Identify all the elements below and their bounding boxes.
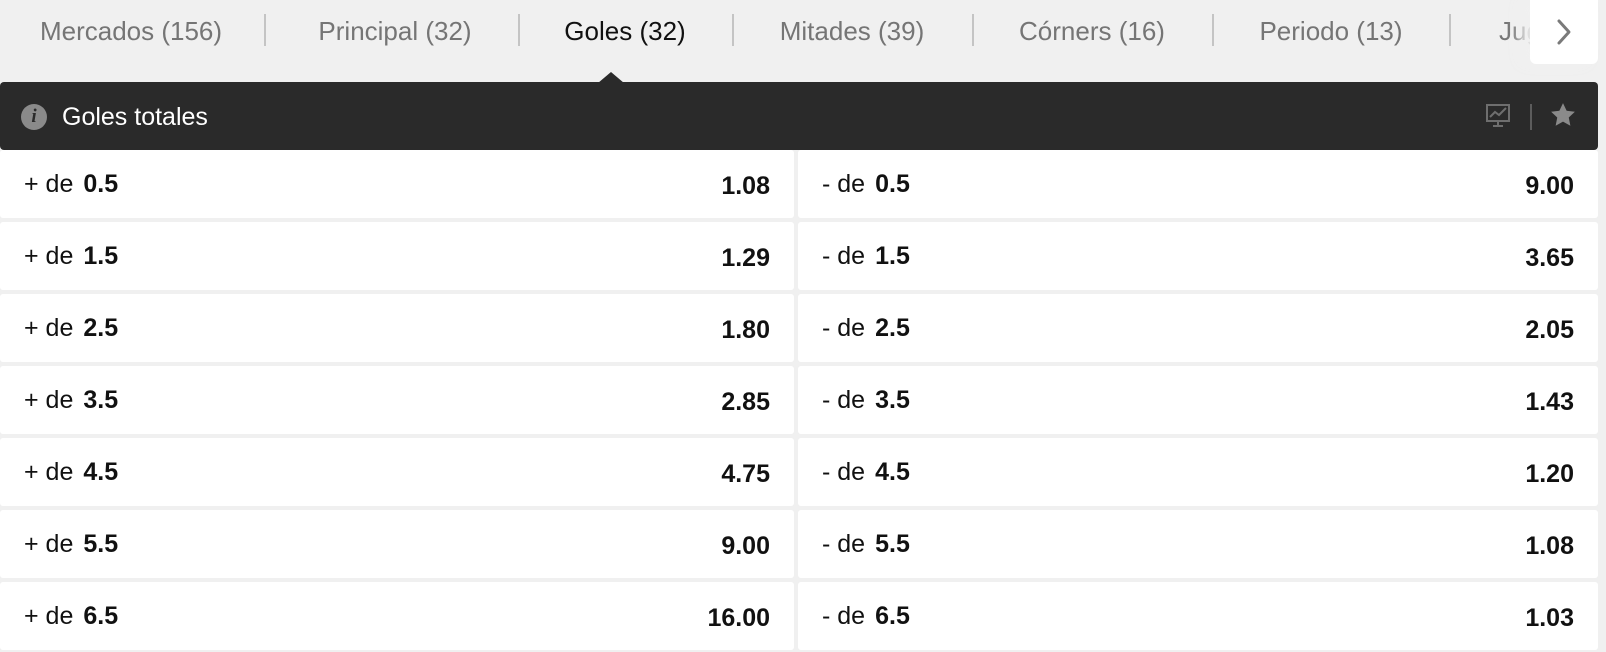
odds-value: 1.08: [1525, 532, 1574, 560]
odds-value: 1.03: [1525, 604, 1574, 632]
odds-value: 1.08: [721, 172, 770, 200]
selection-label: - de 4.5: [822, 456, 910, 488]
tab-divider: [264, 14, 266, 46]
market-tabs: Mercados (156) Principal (32) Goles (32)…: [0, 0, 1606, 82]
odds-row: + de 5.5 9.00 - de 5.5 1.08: [0, 510, 1598, 578]
goal-line: 6.5: [875, 602, 910, 630]
tab-principal[interactable]: Principal (32): [318, 14, 471, 48]
tab-periodo[interactable]: Periodo (13): [1259, 14, 1402, 48]
tab-divider: [1449, 14, 1451, 46]
market-header: i Goles totales: [0, 82, 1598, 150]
over-selection-button[interactable]: + de 4.5 4.75: [0, 438, 794, 506]
under-selection-button[interactable]: - de 2.5 2.05: [798, 294, 1598, 362]
selection-label: + de 3.5: [24, 384, 118, 416]
selection-prefix: + de: [24, 530, 74, 558]
selection-prefix: - de: [822, 458, 866, 486]
selection-label: + de 2.5: [24, 312, 118, 344]
odds-value: 16.00: [707, 604, 770, 632]
selection-prefix: - de: [822, 314, 866, 342]
over-selection-button[interactable]: + de 5.5 9.00: [0, 510, 794, 578]
goal-line: 3.5: [875, 386, 910, 414]
goal-line: 5.5: [875, 530, 910, 558]
selection-prefix: + de: [24, 170, 74, 198]
tab-mercados[interactable]: Mercados (156): [40, 14, 222, 48]
odds-value: 2.05: [1525, 316, 1574, 344]
chevron-right-icon: [1557, 19, 1571, 45]
odds-value: 2.85: [721, 388, 770, 416]
stats-chart-icon[interactable]: [1485, 102, 1511, 128]
selection-label: - de 0.5: [822, 168, 910, 200]
under-selection-button[interactable]: - de 0.5 9.00: [798, 150, 1598, 218]
odds-value: 9.00: [1525, 172, 1574, 200]
selection-label: + de 6.5: [24, 600, 118, 632]
goal-line: 6.5: [83, 602, 119, 630]
selection-label: - de 6.5: [822, 600, 910, 632]
odds-row: + de 1.5 1.29 - de 1.5 3.65: [0, 222, 1598, 290]
under-selection-button[interactable]: - de 1.5 3.65: [798, 222, 1598, 290]
goal-line: 0.5: [875, 170, 910, 198]
selection-prefix: - de: [822, 386, 866, 414]
under-selection-button[interactable]: - de 6.5 1.03: [798, 582, 1598, 650]
info-icon[interactable]: i: [21, 104, 47, 130]
star-icon[interactable]: [1548, 100, 1578, 130]
odds-row: + de 6.5 16.00 - de 6.5 1.03: [0, 582, 1598, 650]
under-selection-button[interactable]: - de 5.5 1.08: [798, 510, 1598, 578]
over-selection-button[interactable]: + de 3.5 2.85: [0, 366, 794, 434]
selection-label: + de 1.5: [24, 240, 118, 272]
market-title: Goles totales: [62, 103, 208, 131]
tab-divider: [518, 14, 520, 46]
odds-row: + de 2.5 1.80 - de 2.5 2.05: [0, 294, 1598, 362]
selection-prefix: + de: [24, 602, 74, 630]
selection-prefix: - de: [822, 170, 866, 198]
odds-value: 1.29: [721, 244, 770, 272]
selection-prefix: + de: [24, 314, 74, 342]
selection-label: + de 5.5: [24, 528, 118, 560]
selection-prefix: - de: [822, 530, 866, 558]
over-selection-button[interactable]: + de 1.5 1.29: [0, 222, 794, 290]
tab-goles[interactable]: Goles (32): [564, 14, 685, 48]
goal-line: 4.5: [83, 458, 119, 486]
goal-line: 2.5: [875, 314, 910, 342]
odds-row: + de 0.5 1.08 - de 0.5 9.00: [0, 150, 1598, 218]
tab-divider: [1212, 14, 1214, 46]
over-selection-button[interactable]: + de 2.5 1.80: [0, 294, 794, 362]
goal-line: 1.5: [83, 242, 119, 270]
selection-prefix: - de: [822, 602, 866, 630]
odds-row: + de 4.5 4.75 - de 4.5 1.20: [0, 438, 1598, 506]
tab-divider: [972, 14, 974, 46]
goal-line: 1.5: [875, 242, 910, 270]
selection-prefix: + de: [24, 386, 74, 414]
goal-line: 0.5: [83, 170, 119, 198]
selection-label: - de 2.5: [822, 312, 910, 344]
over-selection-button[interactable]: + de 6.5 16.00: [0, 582, 794, 650]
tab-corners[interactable]: Córners (16): [1019, 14, 1165, 48]
odds-value: 4.75: [721, 460, 770, 488]
odds-value: 1.80: [721, 316, 770, 344]
odds-row: + de 3.5 2.85 - de 3.5 1.43: [0, 366, 1598, 434]
selection-prefix: + de: [24, 458, 74, 486]
odds-value: 3.65: [1525, 244, 1574, 272]
odds-value: 9.00: [721, 532, 770, 560]
goal-line: 3.5: [83, 386, 119, 414]
goal-line: 2.5: [83, 314, 119, 342]
over-selection-button[interactable]: + de 0.5 1.08: [0, 150, 794, 218]
goal-line: 5.5: [83, 530, 119, 558]
tab-mitades[interactable]: Mitades (39): [780, 14, 925, 48]
under-selection-button[interactable]: - de 3.5 1.43: [798, 366, 1598, 434]
goal-line: 4.5: [875, 458, 910, 486]
selection-prefix: + de: [24, 242, 74, 270]
selection-label: + de 0.5: [24, 168, 118, 200]
active-tab-indicator: [598, 72, 624, 82]
selection-label: - de 1.5: [822, 240, 910, 272]
tab-divider: [732, 14, 734, 46]
selection-label: - de 3.5: [822, 384, 910, 416]
tabs-next-button[interactable]: [1530, 0, 1598, 64]
selection-label: - de 5.5: [822, 528, 910, 560]
under-selection-button[interactable]: - de 4.5 1.20: [798, 438, 1598, 506]
odds-value: 1.43: [1525, 388, 1574, 416]
odds-value: 1.20: [1525, 460, 1574, 488]
selection-label: + de 4.5: [24, 456, 118, 488]
header-divider: [1530, 104, 1532, 130]
selection-prefix: - de: [822, 242, 866, 270]
